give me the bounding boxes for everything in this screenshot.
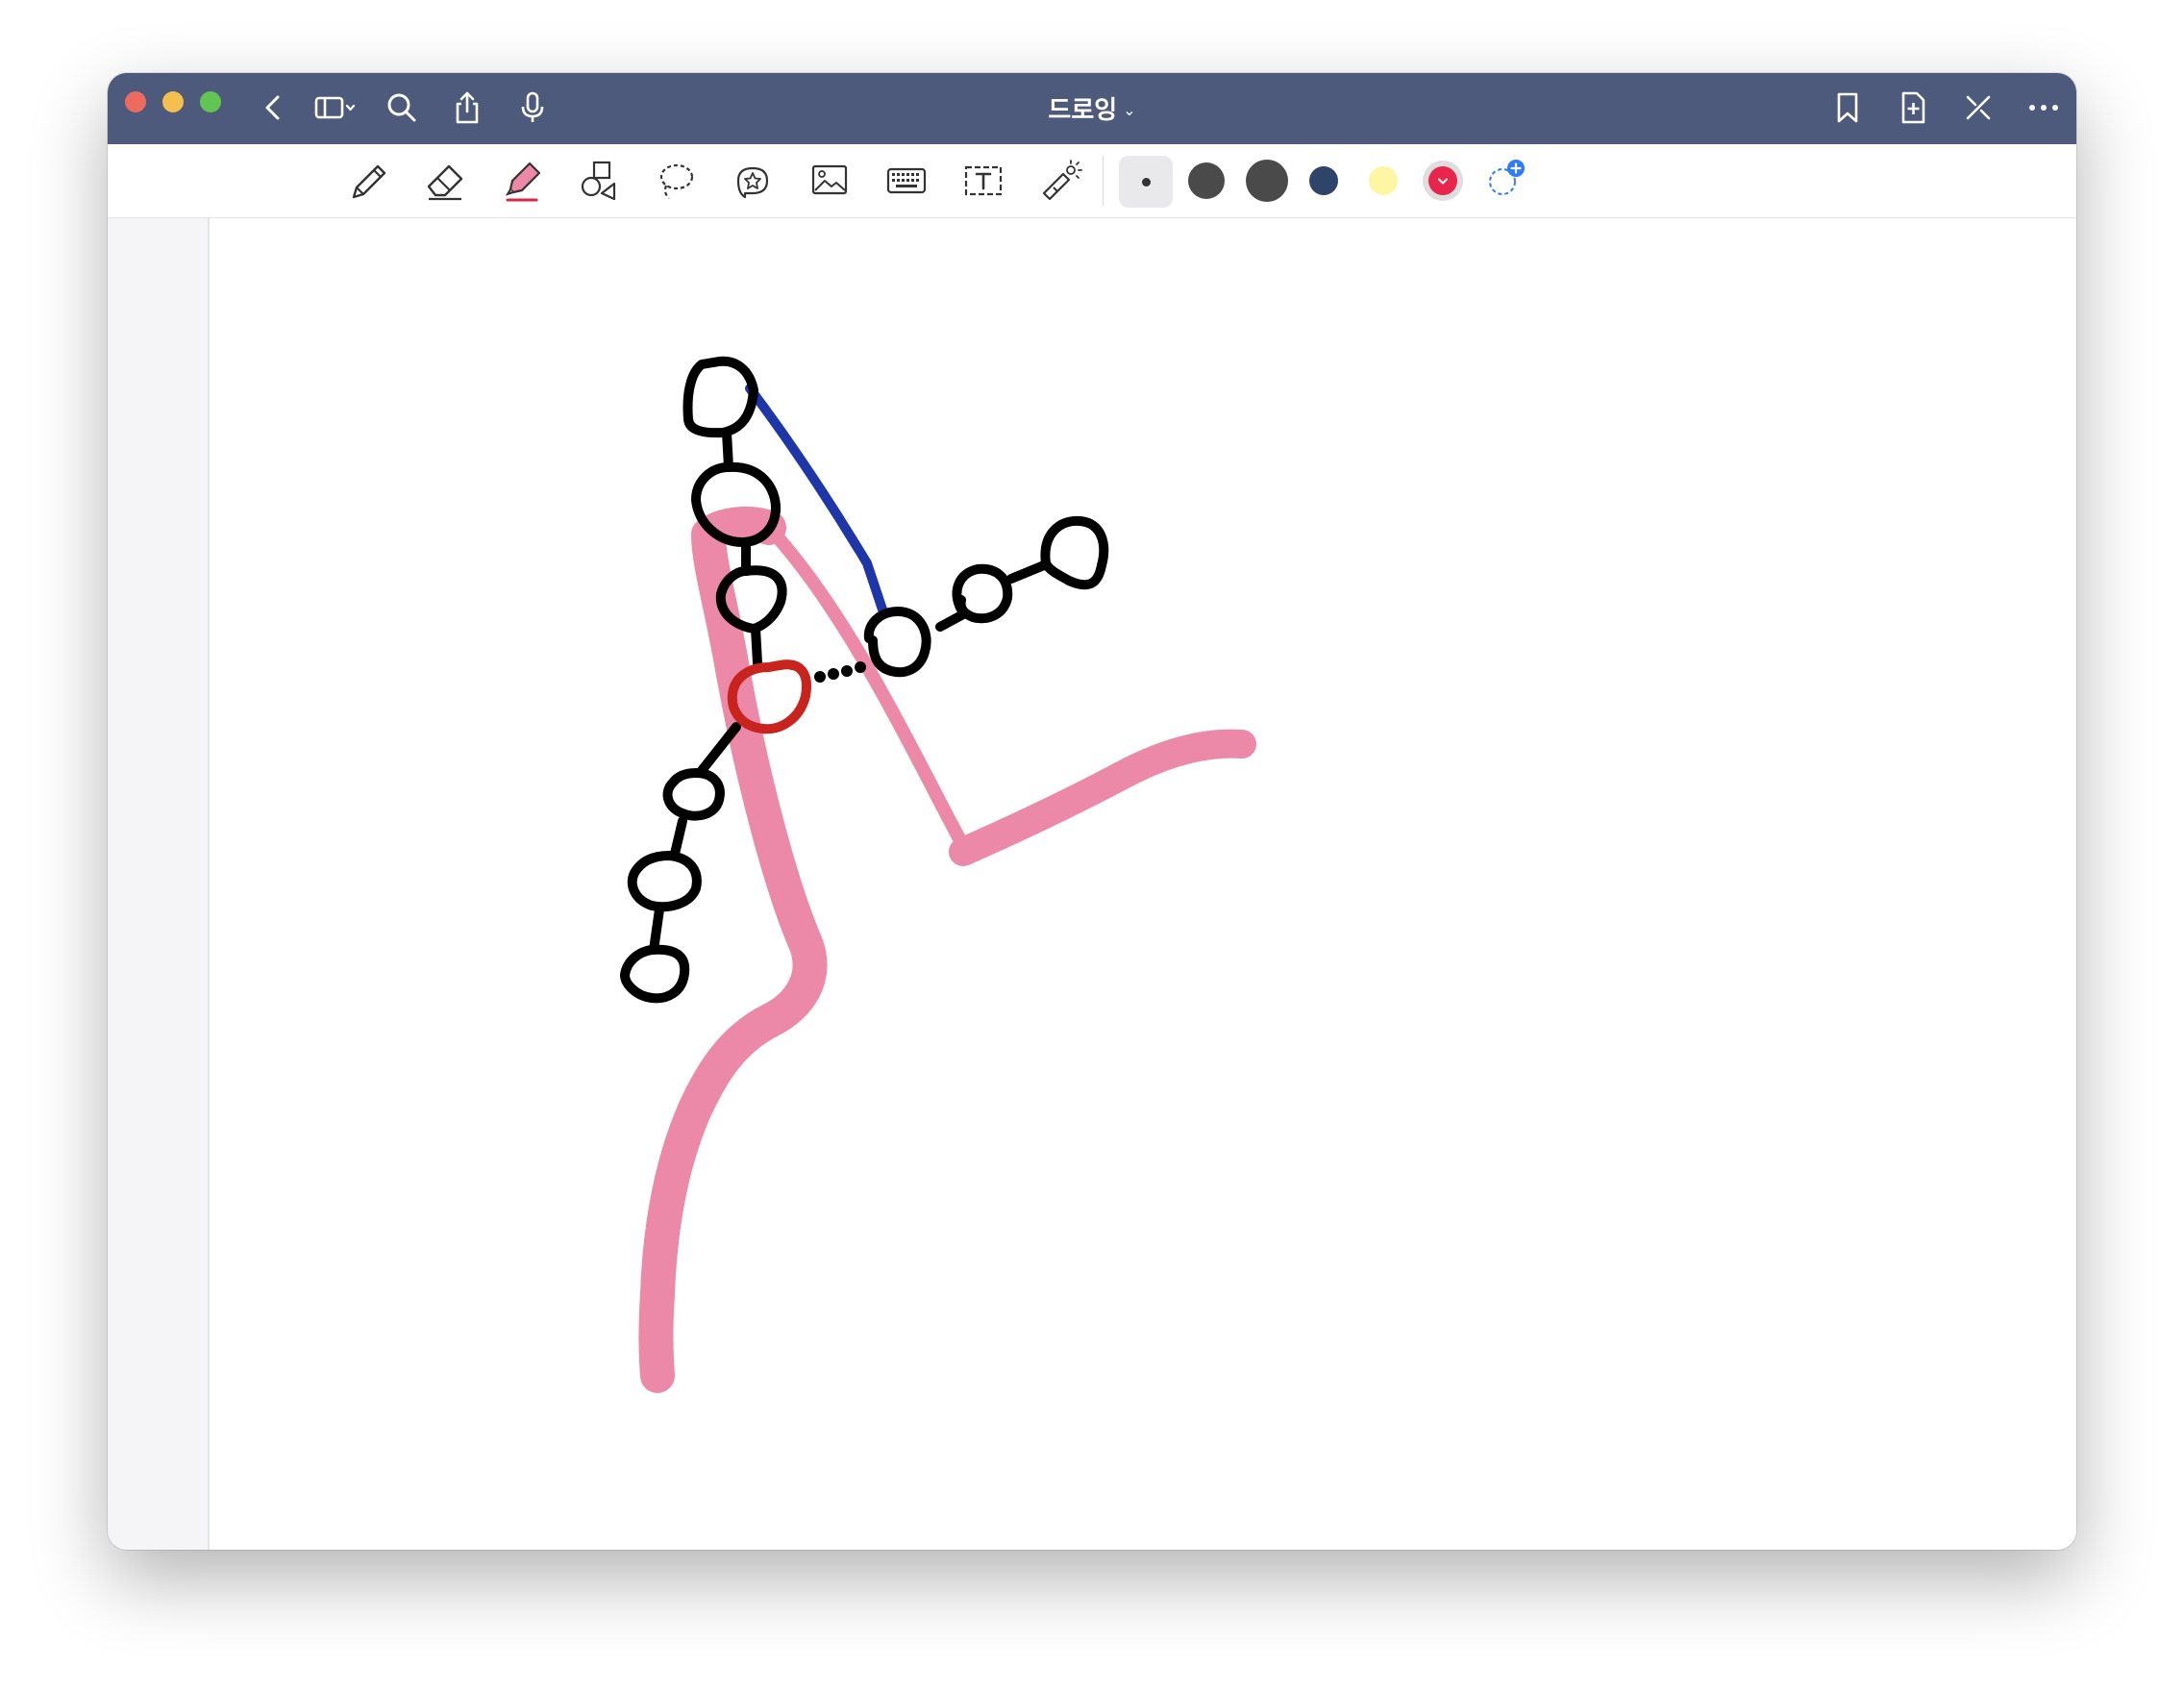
document-title[interactable]: 드로잉 ⌄ [108,90,2076,126]
canvas-drawing [620,356,1256,1393]
close-toolbar-icon[interactable] [1959,88,1998,127]
black-ink-strokes [620,356,1109,1004]
page-sidebar[interactable] [108,218,210,1550]
ink-node-5 [952,563,1013,624]
ink-node-4 [863,607,931,678]
color-swatch-yellow[interactable] [1369,166,1398,195]
keyboard-tool-icon[interactable] [881,155,932,207]
document-title-text[interactable]: 드로잉 [1048,95,1117,124]
highlighter-tool-icon[interactable] [496,155,548,207]
shapes-tool-icon[interactable] [573,155,625,207]
dot [828,668,839,680]
highlighter-stroke-lower-left [638,926,828,1393]
dotted-connector [814,661,866,683]
pen-size-small-dot [1142,178,1151,187]
pen-tool-icon[interactable] [342,155,394,207]
ink-connector-1 [722,428,733,472]
ink-connector-7 [670,816,687,858]
chevron-down-icon[interactable]: ⌄ [1123,103,1135,119]
bookmark-icon[interactable] [1828,88,1867,127]
lasso-tool-icon[interactable] [650,155,702,207]
ink-connector-3 [751,624,762,668]
dot [855,661,866,673]
color-swatch-navy[interactable] [1309,166,1338,195]
pen-size-large[interactable] [1246,160,1288,202]
add-page-icon[interactable] [1894,88,1932,127]
drawing-toolbar [108,144,2076,218]
pen-size-small[interactable] [1119,156,1173,208]
color-swatch-red-selected[interactable] [1423,161,1463,201]
ink-connector-5 [1006,560,1049,584]
more-icon[interactable] [2024,88,2063,127]
add-color-icon[interactable] [1484,156,1528,200]
toolbar-divider [1103,156,1104,206]
ink-connector-8 [649,905,664,955]
dot [841,665,853,677]
drawing-canvas[interactable] [210,218,2076,1550]
pen-size-medium[interactable] [1188,162,1225,199]
eraser-tool-icon[interactable] [419,155,471,207]
title-bar: 드로잉 ⌄ [108,73,2076,144]
app-window: 드로잉 ⌄ [108,73,2076,1550]
highlighter-strokes [638,507,1256,1393]
ink-node-7 [662,768,725,821]
sticker-tool-icon[interactable] [727,155,779,207]
dot [814,671,826,683]
ink-node-6 [1040,515,1109,590]
image-tool-icon[interactable] [804,155,856,207]
highlighter-stroke-right [949,729,1256,866]
ink-node-9 [620,944,690,1004]
ink-node-1 [682,356,758,438]
laser-pointer-tool-icon[interactable] [1034,155,1086,207]
ink-node-8 [627,851,702,912]
ink-connector-6 [695,722,741,778]
text-box-tool-icon[interactable] [957,155,1009,207]
